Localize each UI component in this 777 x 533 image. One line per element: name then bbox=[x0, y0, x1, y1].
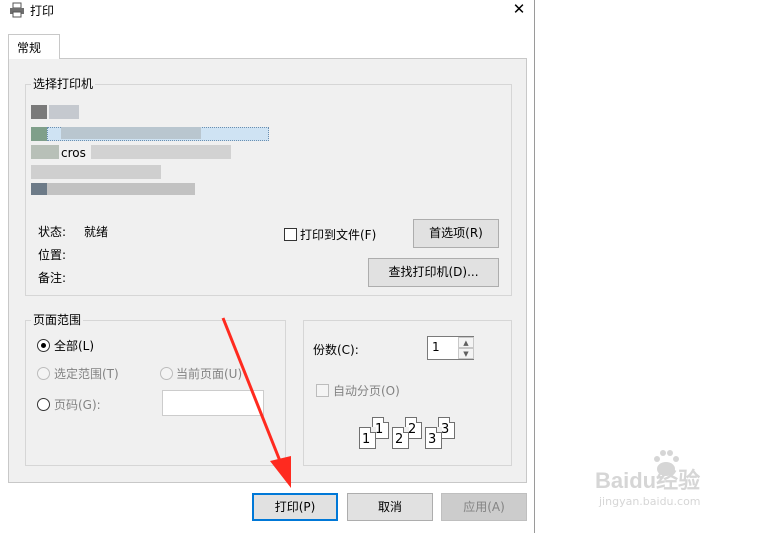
spin-down-icon[interactable]: ▼ bbox=[458, 348, 474, 359]
status-label: 状态: bbox=[38, 225, 67, 239]
find-printer-button[interactable]: 查找打印机(D)... bbox=[368, 258, 499, 287]
copies-label: 份数(C): bbox=[313, 343, 359, 357]
printer-icon bbox=[31, 183, 47, 195]
close-icon[interactable]: ✕ bbox=[509, 0, 529, 20]
cancel-button[interactable]: 取消 bbox=[347, 493, 433, 521]
status-value: 就绪 bbox=[84, 225, 109, 239]
window-title: 打印 bbox=[30, 4, 55, 18]
page-icon: 3 bbox=[425, 427, 442, 449]
watermark-url: jingyan.baidu.com bbox=[599, 495, 701, 508]
print-to-file-label[interactable]: 打印到文件(F) bbox=[300, 228, 376, 242]
all-pages-radio[interactable] bbox=[37, 339, 50, 352]
copies-group: 份数(C): 1 ▲ ▼ 自动分页(O) 1 1 2 2 3 3 bbox=[303, 320, 512, 466]
print-dialog: 打印 ✕ 常规 选择打印机 cros 状态: 就绪 位置: 备注: 打印到文件(… bbox=[0, 0, 535, 533]
general-tab-panel: 选择打印机 cros 状态: 就绪 位置: 备注: 打印到文件(F) 首选项(R… bbox=[8, 58, 527, 483]
preferences-button[interactable]: 首选项(R) bbox=[413, 219, 499, 248]
printer-icon bbox=[31, 127, 47, 141]
blurred-printer-name bbox=[47, 183, 195, 195]
printer-icon bbox=[31, 145, 59, 159]
comment-label: 备注: bbox=[38, 271, 67, 285]
baidu-watermark: Baidu经验 jingyan.baidu.com bbox=[595, 445, 770, 515]
printer-icon bbox=[10, 2, 24, 18]
blurred-printer-name bbox=[31, 165, 161, 179]
print-button[interactable]: 打印(P) bbox=[252, 493, 338, 521]
page-range-label: 页面范围 bbox=[31, 313, 84, 327]
selection-radio[interactable] bbox=[37, 367, 50, 380]
printer-icon bbox=[31, 105, 47, 119]
pages-radio[interactable] bbox=[37, 398, 50, 411]
selection-label[interactable]: 选定范围(T) bbox=[54, 367, 119, 381]
spin-up-icon[interactable]: ▲ bbox=[458, 337, 474, 348]
title-bar: 打印 ✕ bbox=[0, 0, 535, 20]
tab-general[interactable]: 常规 bbox=[8, 34, 60, 59]
apply-button[interactable]: 应用(A) bbox=[441, 493, 527, 521]
blurred-printer-name bbox=[61, 127, 201, 139]
current-page-label[interactable]: 当前页面(U) bbox=[176, 367, 242, 381]
printer-list[interactable]: cros bbox=[31, 91, 286, 195]
blurred-printer-name bbox=[49, 105, 79, 119]
all-pages-label[interactable]: 全部(L) bbox=[54, 339, 94, 353]
printer-name-fragment: cros bbox=[61, 146, 86, 160]
select-printer-label: 选择打印机 bbox=[31, 77, 96, 91]
page-icon: 1 bbox=[359, 427, 376, 449]
collate-checkbox[interactable] bbox=[316, 384, 329, 397]
collate-label[interactable]: 自动分页(O) bbox=[333, 384, 400, 398]
location-label: 位置: bbox=[38, 248, 67, 262]
page-range-group: 页面范围 全部(L) 选定范围(T) 当前页面(U) 页码(G): bbox=[25, 313, 286, 466]
current-page-radio[interactable] bbox=[160, 367, 173, 380]
pages-label[interactable]: 页码(G): bbox=[54, 398, 101, 412]
print-to-file-checkbox[interactable] bbox=[284, 228, 297, 241]
blurred-printer-name bbox=[91, 145, 231, 159]
watermark-brand: Baidu经验 bbox=[595, 468, 701, 493]
page-icon: 2 bbox=[392, 427, 409, 449]
pages-input[interactable] bbox=[162, 390, 264, 416]
select-printer-group: 选择打印机 cros 状态: 就绪 位置: 备注: 打印到文件(F) 首选项(R… bbox=[25, 77, 512, 296]
